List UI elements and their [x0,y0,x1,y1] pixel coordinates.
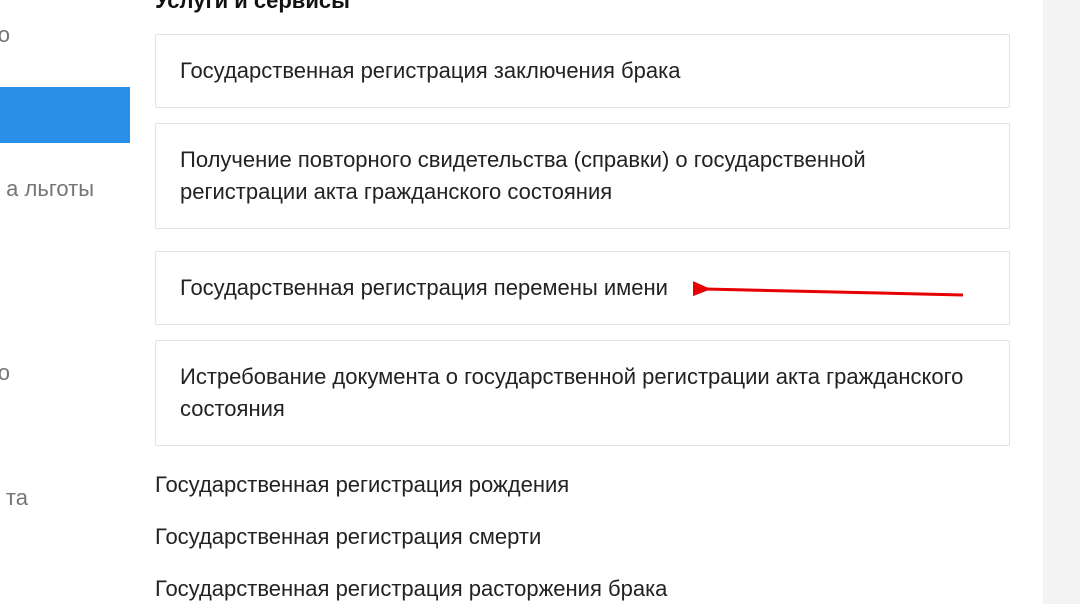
sidebar-item-fragment-4[interactable]: та [6,475,28,521]
service-card-marriage-registration[interactable]: Государственная регистрация заключения б… [155,34,1010,108]
service-card-repeat-certificate[interactable]: Получение повторного свидетельства (спра… [155,123,1010,229]
service-card-name-change[interactable]: Государственная регистрация перемены име… [155,251,1010,325]
sidebar-item-fragment-2[interactable]: а льготы [6,166,94,212]
service-link-birth-registration[interactable]: Государственная регистрация рождения [155,472,569,498]
sidebar-item-fragment-1[interactable]: о [0,12,10,58]
sidebar: о а льготы о та [0,0,130,604]
sidebar-item-active[interactable] [0,87,130,143]
service-link-death-registration[interactable]: Государственная регистрация смерти [155,524,541,550]
service-link-divorce-registration[interactable]: Государственная регистрация расторжения … [155,576,667,602]
sidebar-item-fragment-3[interactable]: о [0,350,10,396]
content-wrap: о а льготы о та Услуги и сервисы Государ… [0,0,1043,604]
section-title: Услуги и сервисы [155,0,350,14]
service-card-request-document[interactable]: Истребование документа о государственной… [155,340,1010,446]
